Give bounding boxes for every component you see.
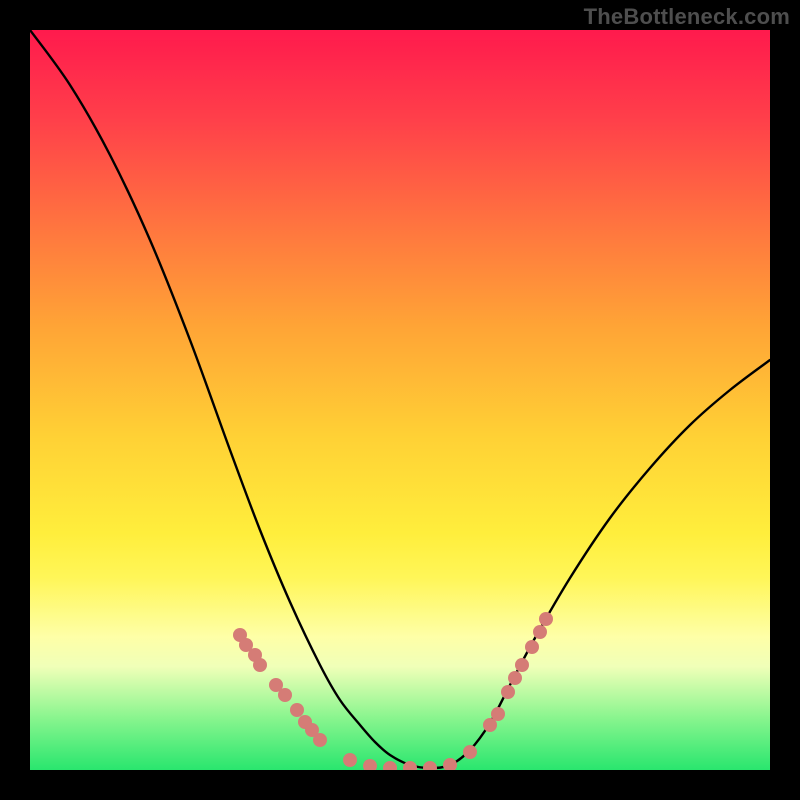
- highlight-dot: [515, 658, 529, 672]
- highlight-dot: [383, 761, 397, 770]
- highlight-dot: [443, 758, 457, 770]
- plot-area: [30, 30, 770, 770]
- chart-frame: TheBottleneck.com: [0, 0, 800, 800]
- highlight-dot: [253, 658, 267, 672]
- highlight-dot: [463, 745, 477, 759]
- curve-highlight-dots: [233, 612, 553, 770]
- highlight-dot: [501, 685, 515, 699]
- watermark-label: TheBottleneck.com: [584, 4, 790, 30]
- highlight-dot: [491, 707, 505, 721]
- highlight-dot: [539, 612, 553, 626]
- chart-svg: [30, 30, 770, 770]
- curve-path: [30, 30, 770, 768]
- highlight-dot: [278, 688, 292, 702]
- highlight-dot: [290, 703, 304, 717]
- highlight-dot: [525, 640, 539, 654]
- highlight-dot: [313, 733, 327, 747]
- highlight-dot: [533, 625, 547, 639]
- highlight-dot: [343, 753, 357, 767]
- highlight-dot: [363, 759, 377, 770]
- highlight-dot: [423, 761, 437, 770]
- highlight-dot: [508, 671, 522, 685]
